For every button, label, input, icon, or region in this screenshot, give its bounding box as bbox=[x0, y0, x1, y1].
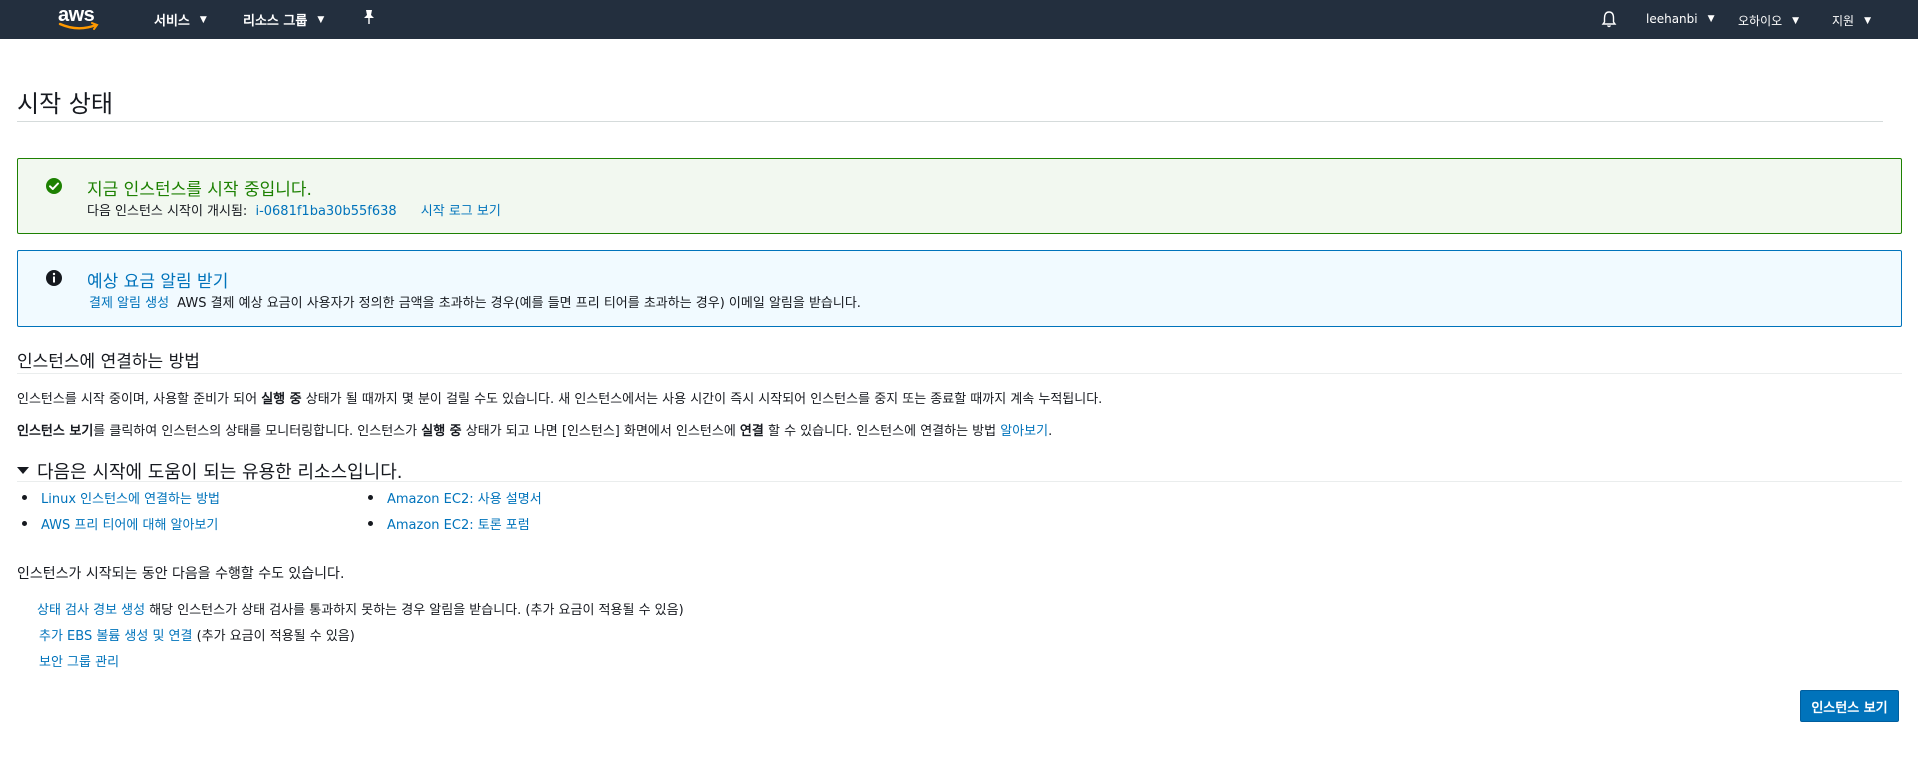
nav-resource-groups-menu[interactable]: 리소스 그룹 ▼ bbox=[243, 10, 324, 29]
action-item: 추가 EBS 볼륨 생성 및 연결 (추가 요금이 적용될 수 있음) bbox=[39, 625, 355, 644]
action-item-text: (추가 요금이 적용될 수 있음) bbox=[192, 629, 355, 644]
p2-text-g: . bbox=[1048, 424, 1053, 439]
check-circle-icon bbox=[46, 178, 62, 194]
list-item: Amazon EC2: 토론 포럼 bbox=[368, 510, 542, 536]
chevron-down-icon: ▼ bbox=[1864, 15, 1872, 26]
nav-services-menu[interactable]: 서비스 ▼ bbox=[154, 10, 207, 29]
learn-more-link[interactable]: 알아보기 bbox=[1000, 424, 1048, 439]
connect-paragraph-2: 인스턴스 보기를 클릭하여 인스턴스의 상태를 모니터링합니다. 인스턴스가 실… bbox=[17, 420, 1052, 439]
pin-icon[interactable] bbox=[362, 9, 376, 25]
p2-connect-bold: 연결 bbox=[739, 424, 764, 439]
p1-running-bold: 실행 중 bbox=[261, 392, 302, 407]
info-alert-title: 예상 요금 알림 받기 bbox=[87, 272, 229, 292]
action-item: 보안 그룹 관리 bbox=[39, 651, 119, 670]
pin-icon-svg bbox=[364, 10, 374, 24]
bullet bbox=[368, 520, 373, 526]
nav-region-label: 오하이오 bbox=[1738, 14, 1783, 28]
top-nav-bar: aws 서비스 ▼ 리소스 그룹 ▼ leehanbi ▼ 오하이오 ▼ 지원 … bbox=[0, 0, 1918, 39]
create-ebs-volume-link[interactable]: 추가 EBS 볼륨 생성 및 연결 bbox=[39, 629, 192, 644]
caret-down-icon bbox=[17, 467, 29, 474]
bell-icon[interactable] bbox=[1601, 10, 1617, 28]
bullet bbox=[368, 494, 373, 500]
chevron-down-icon: ▼ bbox=[1792, 15, 1800, 26]
nav-support-menu[interactable]: 지원 ▼ bbox=[1832, 12, 1871, 29]
resources-divider bbox=[17, 481, 1902, 482]
info-alert-text: AWS 결제 예상 요금이 사용자가 정의한 금액을 초과하는 경우(예를 들면… bbox=[177, 296, 861, 311]
nav-user-label: leehanbi bbox=[1646, 12, 1698, 26]
bullet bbox=[22, 520, 27, 526]
p1-text-c: 상태가 될 때까지 몇 분이 걸릴 수도 있습니다. 새 인스턴스에서는 사용 … bbox=[301, 392, 1103, 407]
p2-text-b: 를 클릭하여 인스턴스의 상태를 모니터링합니다. 인스턴스가 bbox=[93, 424, 422, 439]
resources-list-right: Amazon EC2: 사용 설명서 Amazon EC2: 토론 포럼 bbox=[368, 484, 542, 536]
nav-region-menu[interactable]: 오하이오 ▼ bbox=[1738, 12, 1799, 29]
bullet bbox=[22, 494, 27, 500]
info-circle-icon bbox=[46, 270, 62, 286]
nav-user-menu[interactable]: leehanbi ▼ bbox=[1646, 12, 1715, 26]
view-launch-log-link[interactable]: 시작 로그 보기 bbox=[421, 204, 501, 219]
nav-services-label: 서비스 bbox=[154, 14, 190, 29]
list-item: Linux 인스턴스에 연결하는 방법 bbox=[22, 484, 220, 510]
connect-paragraph-1: 인스턴스를 시작 중이며, 사용할 준비가 되어 실행 중 상태가 될 때까지 … bbox=[17, 388, 1102, 407]
aws-logo[interactable]: aws bbox=[58, 4, 102, 34]
nav-resource-groups-label: 리소스 그룹 bbox=[243, 14, 308, 29]
success-alert: 지금 인스턴스를 시작 중입니다. 다음 인스턴스 시작이 개시됨: i-068… bbox=[17, 158, 1902, 234]
resource-link[interactable]: AWS 프리 티어에 대해 알아보기 bbox=[41, 514, 218, 533]
create-billing-alarm-link[interactable]: 결제 알림 생성 bbox=[89, 296, 169, 311]
p2-text-d: 상태가 되고 나면 [인스턴스] 화면에서 인스턴스에 bbox=[461, 424, 740, 439]
title-divider bbox=[17, 121, 1883, 122]
action-item: 상태 검사 경보 생성 해당 인스턴스가 상태 검사를 통과하지 못하는 경우 … bbox=[37, 599, 684, 618]
connect-section-heading: 인스턴스에 연결하는 방법 bbox=[17, 352, 200, 372]
nav-support-label: 지원 bbox=[1832, 14, 1855, 28]
chevron-down-icon: ▼ bbox=[317, 14, 325, 25]
p2-text-f: 할 수 있습니다. 인스턴스에 연결하는 방법 bbox=[763, 424, 1001, 439]
info-alert: 예상 요금 알림 받기 결제 알림 생성 AWS 결제 예상 요금이 사용자가 … bbox=[17, 250, 1902, 327]
p2-view-instances-bold: 인스턴스 보기 bbox=[17, 424, 94, 439]
resource-link[interactable]: Amazon EC2: 토론 포럼 bbox=[387, 514, 530, 533]
page-title: 시작 상태 bbox=[17, 90, 113, 118]
success-alert-title: 지금 인스턴스를 시작 중입니다. bbox=[87, 180, 312, 200]
resource-link[interactable]: Linux 인스턴스에 연결하는 방법 bbox=[41, 488, 220, 507]
info-alert-detail: 결제 알림 생성 AWS 결제 예상 요금이 사용자가 정의한 금액을 초과하는… bbox=[89, 292, 861, 311]
view-instances-button[interactable]: 인스턴스 보기 bbox=[1800, 690, 1899, 722]
chevron-down-icon: ▼ bbox=[1707, 14, 1715, 24]
chevron-down-icon: ▼ bbox=[199, 14, 207, 25]
resource-link[interactable]: Amazon EC2: 사용 설명서 bbox=[387, 488, 542, 507]
bell-icon-svg bbox=[1601, 11, 1617, 28]
manage-security-groups-link[interactable]: 보안 그룹 관리 bbox=[39, 655, 119, 670]
resources-list-left: Linux 인스턴스에 연결하는 방법 AWS 프리 티어에 대해 알아보기 bbox=[22, 484, 220, 536]
list-item: Amazon EC2: 사용 설명서 bbox=[368, 484, 542, 510]
action-item-text: 해당 인스턴스가 상태 검사를 통과하지 못하는 경우 알림을 받습니다. (추… bbox=[145, 603, 684, 618]
success-alert-detail: 다음 인스턴스 시작이 개시됨: i-0681f1ba30b55f638 시작 … bbox=[87, 200, 501, 219]
connect-section-divider bbox=[17, 373, 1902, 374]
create-status-check-alarm-link[interactable]: 상태 검사 경보 생성 bbox=[37, 603, 145, 618]
actions-heading: 인스턴스가 시작되는 동안 다음을 수행할 수도 있습니다. bbox=[17, 566, 345, 582]
p2-running-bold: 실행 중 bbox=[421, 424, 462, 439]
instance-id-link[interactable]: i-0681f1ba30b55f638 bbox=[255, 204, 396, 219]
aws-smile-icon bbox=[58, 22, 99, 30]
instance-started-prefix: 다음 인스턴스 시작이 개시됨: bbox=[87, 204, 248, 219]
list-item: AWS 프리 티어에 대해 알아보기 bbox=[22, 510, 220, 536]
p1-text-a: 인스턴스를 시작 중이며, 사용할 준비가 되어 bbox=[17, 392, 262, 407]
